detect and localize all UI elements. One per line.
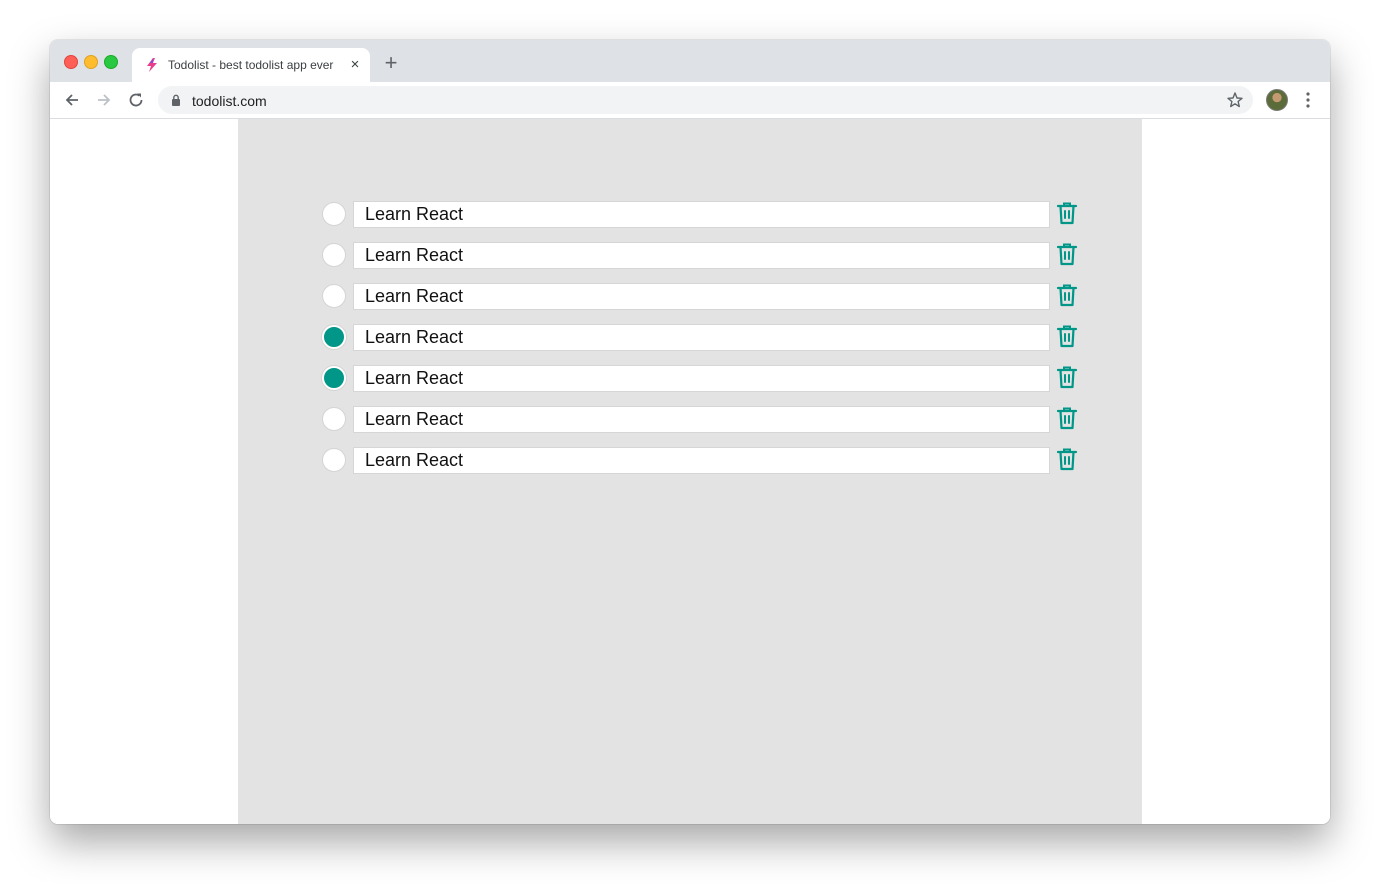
todo-text-input[interactable] — [353, 447, 1050, 474]
todo-item — [322, 282, 1082, 323]
tab-title: Todolist - best todolist app ever — [168, 58, 334, 72]
trash-icon[interactable] — [1056, 242, 1078, 266]
todo-item — [322, 200, 1082, 241]
more-menu-icon[interactable] — [1300, 91, 1316, 109]
bookmark-star-icon[interactable] — [1226, 91, 1244, 109]
todo-text-input[interactable] — [353, 406, 1050, 433]
page-content — [50, 119, 1330, 824]
todo-item — [322, 446, 1082, 487]
todo-text-input[interactable] — [353, 242, 1050, 269]
complete-toggle[interactable] — [322, 448, 346, 472]
tab-close-icon[interactable]: × — [346, 56, 364, 74]
todo-text-input[interactable] — [353, 201, 1050, 228]
reload-icon[interactable] — [126, 90, 146, 110]
minimize-window-button[interactable] — [84, 55, 98, 69]
back-arrow-icon[interactable] — [62, 90, 82, 110]
complete-toggle[interactable] — [322, 243, 346, 267]
new-tab-button[interactable]: + — [380, 52, 402, 74]
todo-panel — [238, 119, 1142, 824]
complete-toggle[interactable] — [322, 202, 346, 226]
complete-toggle[interactable] — [322, 284, 346, 308]
browser-toolbar: todolist.com — [50, 82, 1330, 119]
complete-toggle[interactable] — [322, 325, 346, 349]
maximize-window-button[interactable] — [104, 55, 118, 69]
tab-todolist[interactable]: Todolist - best todolist app ever × — [132, 48, 370, 82]
browser-window: Todolist - best todolist app ever × + to… — [50, 40, 1330, 824]
profile-avatar[interactable] — [1266, 89, 1288, 111]
url-text: todolist.com — [192, 93, 267, 109]
todo-item — [322, 323, 1082, 364]
todo-text-input[interactable] — [353, 283, 1050, 310]
todo-text-input[interactable] — [353, 324, 1050, 351]
todo-item — [322, 364, 1082, 405]
lock-icon — [172, 94, 180, 106]
todo-item — [322, 405, 1082, 446]
close-window-button[interactable] — [64, 55, 78, 69]
todo-text-input[interactable] — [353, 365, 1050, 392]
todo-item — [322, 241, 1082, 282]
complete-toggle[interactable] — [322, 407, 346, 431]
trash-icon[interactable] — [1056, 447, 1078, 471]
address-bar[interactable]: todolist.com — [158, 86, 1253, 114]
complete-toggle[interactable] — [322, 366, 346, 390]
trash-icon[interactable] — [1056, 324, 1078, 348]
trash-icon[interactable] — [1056, 365, 1078, 389]
bolt-icon — [147, 58, 157, 72]
todo-list — [322, 200, 1082, 487]
forward-arrow-icon[interactable] — [94, 90, 114, 110]
tab-strip: Todolist - best todolist app ever × + — [50, 40, 1330, 82]
trash-icon[interactable] — [1056, 406, 1078, 430]
trash-icon[interactable] — [1056, 201, 1078, 225]
trash-icon[interactable] — [1056, 283, 1078, 307]
